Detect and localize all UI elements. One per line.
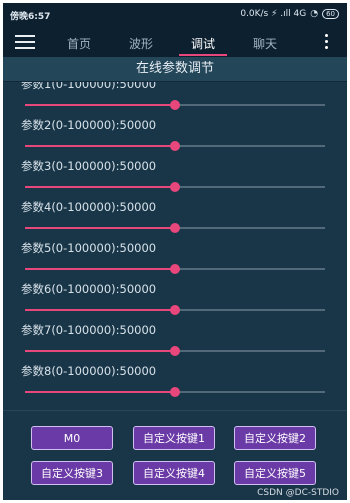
- param-row: 参数6(0-100000):50000: [3, 281, 347, 322]
- param-label: 参数5(0-100000):50000: [21, 241, 157, 255]
- param-row: 参数8(0-100000):50000: [3, 363, 347, 404]
- custom-button-3[interactable]: 自定义按键3: [31, 461, 113, 485]
- slider-thumb[interactable]: [170, 305, 180, 315]
- param-label: 参数4(0-100000):50000: [21, 200, 157, 214]
- tab-chat[interactable]: 聊天: [245, 35, 285, 52]
- slider-thumb[interactable]: [170, 346, 180, 356]
- phone-screen: 傍晚6:57 0.0K/s ⚡ .ıll 4G ◔ 60 首页 波形 调试 聊天…: [3, 3, 347, 500]
- slider-fill: [25, 268, 175, 270]
- param-row: 参数7(0-100000):50000: [3, 322, 347, 363]
- param-row: 参数1(0-100000):50000: [3, 82, 347, 117]
- param-label: 参数7(0-100000):50000: [21, 323, 157, 337]
- watermark-text: CSDN @DC-STDIO: [257, 488, 339, 498]
- slider-thumb[interactable]: [170, 182, 180, 192]
- status-time: 傍晚6:57: [10, 12, 51, 22]
- custom-button-4[interactable]: 自定义按键4: [133, 461, 215, 485]
- param-row: 参数4(0-100000):50000: [3, 199, 347, 240]
- param-row: 参数2(0-100000):50000: [3, 117, 347, 158]
- param-slider[interactable]: [25, 346, 325, 356]
- slider-fill: [25, 186, 175, 188]
- status-indicators: 0.0K/s ⚡ .ıll 4G ◔ 60: [240, 9, 339, 19]
- param-label: 参数3(0-100000):50000: [21, 159, 157, 173]
- param-row: 参数3(0-100000):50000: [3, 158, 347, 199]
- battery-icon: 60: [322, 9, 339, 19]
- tab-debug[interactable]: 调试: [183, 35, 223, 52]
- param-slider[interactable]: [25, 141, 325, 151]
- param-list[interactable]: 参数1(0-100000):50000 参数2(0-100000):50000 参数…: [3, 82, 347, 410]
- slider-thumb[interactable]: [170, 141, 180, 151]
- slider-fill: [25, 145, 175, 147]
- param-slider[interactable]: [25, 223, 325, 233]
- param-slider[interactable]: [25, 100, 325, 110]
- custom-button-1[interactable]: 自定义按键1: [133, 426, 215, 450]
- param-slider[interactable]: [25, 305, 325, 315]
- param-row: 参数5(0-100000):50000: [3, 240, 347, 281]
- custom-button-5[interactable]: 自定义按键5: [234, 461, 316, 485]
- param-slider[interactable]: [25, 264, 325, 274]
- slider-fill: [25, 391, 175, 393]
- slider-fill: [25, 227, 175, 229]
- param-slider[interactable]: [25, 387, 325, 397]
- param-label: 参数2(0-100000):50000: [21, 118, 157, 132]
- tab-waveform[interactable]: 波形: [121, 35, 161, 52]
- slider-fill: [25, 350, 175, 352]
- more-options-icon[interactable]: [325, 34, 329, 52]
- wifi-icon: ◔: [310, 9, 319, 19]
- status-network-text: 0.0K/s ⚡ .ıll 4G: [240, 9, 307, 19]
- slider-fill: [25, 104, 175, 106]
- param-label: 参数8(0-100000):50000: [21, 364, 157, 378]
- slider-thumb[interactable]: [170, 387, 180, 397]
- custom-button-2[interactable]: 自定义按键2: [234, 426, 316, 450]
- status-bar: 傍晚6:57 0.0K/s ⚡ .ıll 4G ◔ 60: [3, 3, 347, 27]
- button-panel: M0 自定义按键1 自定义按键2 自定义按键3 自定义按键4 自定义按键5: [3, 410, 347, 500]
- page-title: 在线参数调节: [3, 57, 347, 82]
- slider-thumb[interactable]: [170, 264, 180, 274]
- slider-thumb[interactable]: [170, 223, 180, 233]
- param-slider[interactable]: [25, 182, 325, 192]
- active-tab-indicator: [179, 54, 227, 56]
- param-label: 参数1(0-100000):50000: [21, 82, 157, 91]
- slider-thumb[interactable]: [170, 100, 180, 110]
- top-nav: 首页 波形 调试 聊天: [3, 27, 347, 57]
- menu-icon[interactable]: [15, 35, 35, 49]
- slider-fill: [25, 309, 175, 311]
- m0-button[interactable]: M0: [31, 426, 113, 450]
- param-label: 参数6(0-100000):50000: [21, 282, 157, 296]
- tab-home[interactable]: 首页: [59, 35, 99, 52]
